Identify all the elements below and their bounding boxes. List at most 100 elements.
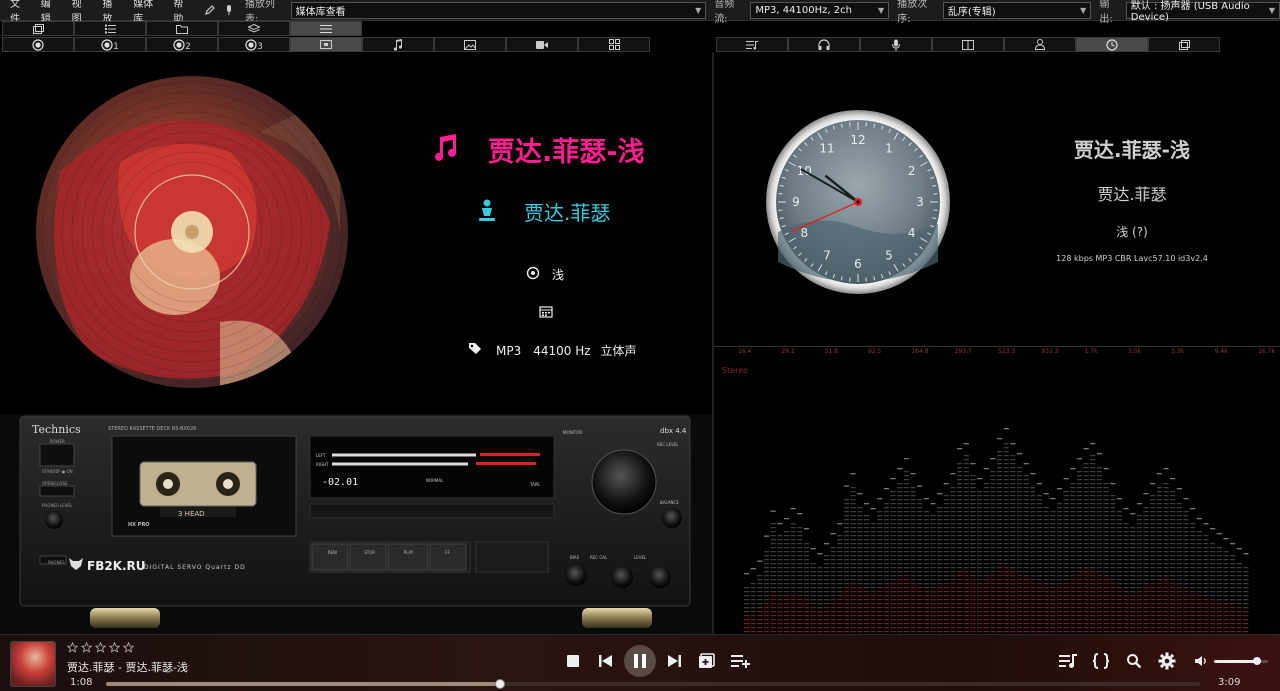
spectrum-bar: [1136, 503, 1142, 633]
right-tab-5[interactable]: [1076, 37, 1148, 52]
spectrum-bar: [863, 503, 869, 633]
chevron-down-icon: ▼: [695, 5, 702, 15]
braces-icon[interactable]: [1092, 653, 1110, 669]
clock-icon: [1106, 38, 1118, 51]
stop-button[interactable]: [566, 654, 580, 668]
left-tab-5[interactable]: [362, 37, 434, 52]
deck-db-label: dbx 4.4: [660, 427, 687, 435]
spectrum-bar: [997, 438, 1003, 633]
pencil-icon[interactable]: [202, 2, 217, 18]
left-tab-top-0[interactable]: [2, 21, 74, 36]
spectrum-bar: [963, 443, 969, 633]
volume-icon[interactable]: [1194, 655, 1208, 667]
right-tab-6[interactable]: [1148, 37, 1220, 52]
right-tab-1[interactable]: [788, 37, 860, 52]
spectrum-bar: [1236, 548, 1242, 633]
left-tab-3[interactable]: 3: [218, 37, 290, 52]
right-tab-4[interactable]: [1004, 37, 1076, 52]
fb2k-text: FB2K.RU: [87, 558, 146, 573]
star-icon[interactable]: [94, 641, 107, 656]
deck-rec-level-label: REC LEVEL: [657, 442, 679, 447]
spectrum-bar: [1216, 533, 1222, 633]
cover-thumbnail[interactable]: [10, 641, 56, 687]
album-row: 浅: [526, 266, 564, 283]
spectrum-bar: [1203, 523, 1209, 633]
add-to-playlist-button[interactable]: [698, 653, 716, 669]
pause-button[interactable]: [624, 645, 656, 677]
gear-icon[interactable]: [1158, 652, 1176, 670]
spectrum-bar: [1043, 493, 1049, 633]
left-tab-4[interactable]: [290, 37, 362, 52]
left-tab-1[interactable]: 1: [74, 37, 146, 52]
right-tab-0[interactable]: [716, 37, 788, 52]
right-tab-3[interactable]: [932, 37, 1004, 52]
playback-order-select[interactable]: 乱序(专辑) ▼: [942, 1, 1092, 19]
clock-number: 6: [854, 257, 862, 271]
deck-button-label: FF: [445, 550, 450, 555]
output-device-select[interactable]: 默认 : 扬声器 (USB Audio Device) ▼: [1125, 1, 1280, 23]
spectrum-bar: [1076, 458, 1083, 633]
left-tab-top-4[interactable]: [290, 21, 362, 36]
search-icon[interactable]: [1126, 653, 1142, 669]
spectrum-bar: [744, 573, 750, 633]
spectrum-bar: [883, 488, 889, 633]
left-tab-0[interactable]: [2, 37, 74, 52]
deck-phones-level: PHONES LEVEL: [42, 503, 73, 508]
spectrum-bar: [917, 485, 923, 633]
right-tab-2[interactable]: [860, 37, 932, 52]
left-tab-top-2[interactable]: [146, 21, 218, 36]
tab-sub-label: 1: [113, 41, 119, 52]
star-icon[interactable]: [80, 641, 93, 656]
previous-button[interactable]: [598, 654, 614, 668]
analog-clock: 121234567891011: [766, 110, 950, 294]
spectrum-bar: [830, 533, 836, 633]
music-note-icon: [393, 38, 403, 51]
deck-button-label: STOP: [364, 550, 375, 555]
volume-slider[interactable]: [1214, 657, 1268, 665]
spectrum-bar: [1143, 493, 1149, 633]
track-artist: 贾达.菲瑟: [524, 201, 611, 225]
layers-icon: [248, 23, 260, 34]
deck-transport-buttons: REW STOP PLAY FF: [314, 550, 466, 555]
star-icon[interactable]: [66, 641, 79, 656]
queue-add-button[interactable]: [730, 653, 752, 669]
deck-power: POWER: [50, 439, 65, 444]
volume-slider-fill: [1214, 660, 1258, 663]
track-samplerate: 44100 Hz: [533, 343, 591, 358]
left-tab-top-1[interactable]: [74, 21, 146, 36]
audio-stream-select[interactable]: MP3, 44100Hz, 2ch ▼: [750, 1, 890, 19]
playlist-icon[interactable]: [1058, 653, 1078, 669]
elapsed-time: 1:08: [70, 677, 93, 688]
spectrum-bar: [1070, 468, 1076, 633]
spectrum-bar: [1243, 553, 1249, 633]
deck-right-label: RIGHT: [316, 462, 329, 467]
left-tab-8[interactable]: [578, 37, 650, 52]
person-icon: [476, 198, 498, 225]
spectrum-bar: [937, 493, 943, 633]
left-tab-6[interactable]: [434, 37, 506, 52]
playlist-select[interactable]: 媒体库查看 ▼: [290, 1, 707, 19]
info-clock-panel: 121234567891011 贾达.菲瑟-浅 贾达.菲瑟 浅 (?) 128 …: [714, 52, 1280, 345]
record-icon: [101, 38, 113, 51]
volume-slider-handle[interactable]: [1253, 657, 1262, 665]
left-tab-top-3[interactable]: [218, 21, 290, 36]
star-icon[interactable]: [108, 641, 121, 656]
spectrum-bar: [990, 458, 996, 633]
left-tab-7[interactable]: [506, 37, 578, 52]
spectrum-bar: [1010, 443, 1016, 633]
mic-icon[interactable]: [222, 2, 237, 18]
clock-number: 7: [823, 249, 831, 263]
music-note-icon: [430, 133, 460, 167]
star-icon[interactable]: [122, 641, 135, 656]
output-device-value: 默认 : 扬声器 (USB Audio Device): [1130, 1, 1250, 23]
next-button[interactable]: [666, 654, 682, 668]
spectrum-analyzer: 16.4 29.1 51.8 92.5 164.8 293.7 523.3 932.3 1.7k…: [714, 346, 1280, 634]
person-icon: [1035, 39, 1045, 50]
image-icon: [464, 39, 476, 50]
headphones-icon: [818, 39, 830, 50]
left-tab-2[interactable]: 2: [146, 37, 218, 52]
seek-bar-handle[interactable]: [494, 679, 505, 689]
video-icon: [536, 40, 548, 50]
seek-bar[interactable]: [106, 679, 1200, 689]
output-label: 输出:: [1099, 0, 1113, 25]
